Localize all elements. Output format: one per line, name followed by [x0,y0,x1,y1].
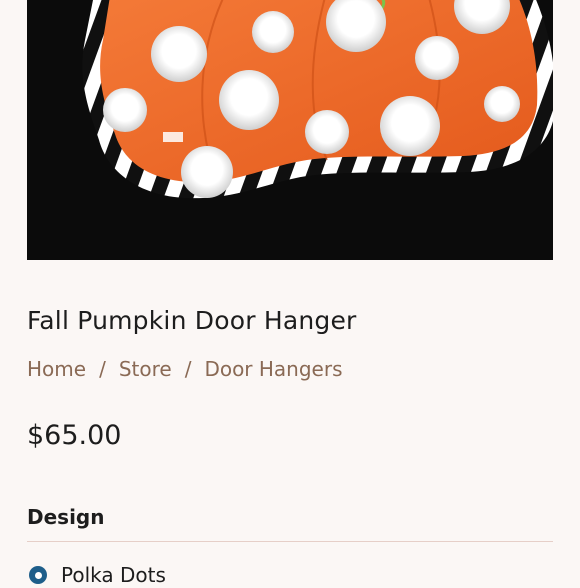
pumpkin-illustration [82,0,553,199]
product-image[interactable] [27,0,553,260]
design-option-label: Design [27,505,105,529]
breadcrumb-separator: / [184,357,192,381]
product-title: Fall Pumpkin Door Hanger [27,306,357,335]
breadcrumb: Home / Store / Door Hangers [27,357,343,381]
divider [27,541,553,542]
breadcrumb-door-hangers-link[interactable]: Door Hangers [204,357,342,381]
radio-selected-icon[interactable] [29,566,47,584]
design-option-label-text: Polka Dots [61,563,166,587]
breadcrumb-separator: / [99,357,106,381]
breadcrumb-store-link[interactable]: Store [119,357,172,381]
product-price: $65.00 [27,420,122,451]
breadcrumb-home-link[interactable]: Home [27,357,86,381]
design-option-polka-dots[interactable]: Polka Dots [27,562,166,588]
